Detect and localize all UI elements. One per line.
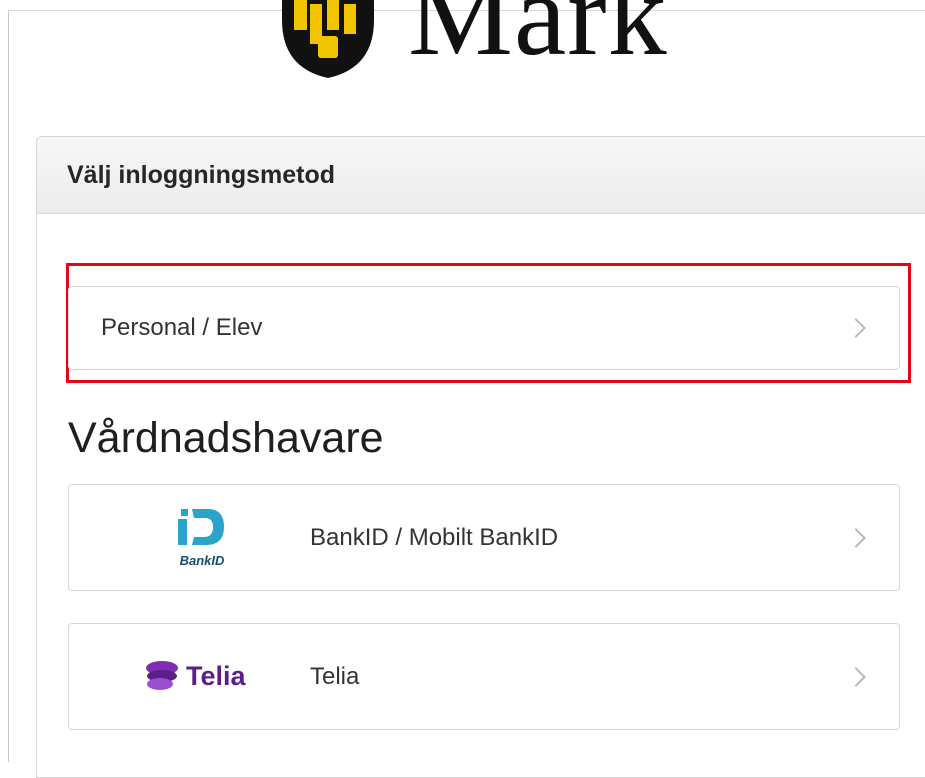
municipal-crest-icon — [282, 0, 374, 78]
bankid-logo-icon: BankID — [172, 509, 232, 574]
telia-logo-text: Telia — [186, 660, 246, 691]
chevron-right-icon — [846, 318, 866, 338]
login-option-label: Telia — [310, 662, 360, 690]
page-left-border — [8, 10, 9, 762]
telia-logo-icon: Telia — [144, 658, 246, 694]
bankid-logo-text: BankID — [180, 553, 225, 568]
panel-header: Välj inloggningsmetod — [37, 137, 925, 214]
login-option-label: BankID / Mobilt BankID — [310, 523, 559, 551]
login-option-bankid[interactable]: BankID BankID / Mobilt BankID — [68, 484, 900, 591]
guardians-heading: Vårdnadshavare — [68, 414, 384, 462]
chevron-right-icon — [846, 527, 866, 548]
site-logo: Mark — [278, 0, 698, 80]
login-option-personal[interactable]: Personal / Elev — [68, 286, 900, 370]
logo-wordmark: Mark — [408, 0, 668, 80]
chevron-right-icon — [846, 666, 866, 687]
login-option-telia[interactable]: Telia Telia — [68, 623, 900, 730]
login-option-label: Personal / Elev — [101, 314, 263, 341]
panel-title: Välj inloggningsmetod — [67, 160, 336, 189]
